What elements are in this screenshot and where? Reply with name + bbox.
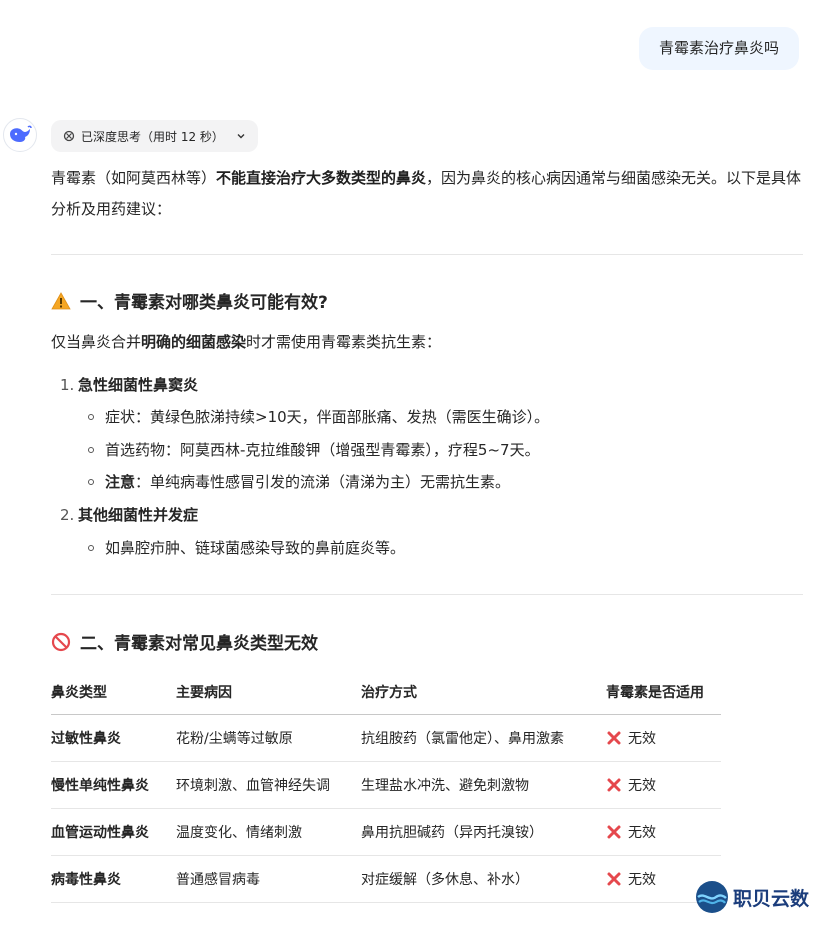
watermark: 职贝云数 xyxy=(695,880,809,914)
section1-heading: 一、青霉素对哪类鼻炎可能有效? xyxy=(51,288,328,313)
bullet xyxy=(88,479,94,485)
section1-intro-prefix: 仅当鼻炎合并 xyxy=(51,333,142,351)
divider xyxy=(51,254,803,255)
table-cell-cause: 环境刺激、血管神经失调 xyxy=(176,761,361,809)
section1-intro-bold: 明确的细菌感染 xyxy=(141,333,247,351)
sub-list-text: 症状：黄绿色脓涕持续>10天，伴面部胀痛、发热（需医生确诊）。 xyxy=(105,408,550,426)
sub-list-text: 如鼻腔疖肿、链球菌感染导致的鼻前庭炎等。 xyxy=(105,539,406,557)
table-cell-applicable: 无效 xyxy=(606,714,721,762)
table-cell-cause: 普通感冒病毒 xyxy=(176,855,361,903)
sub-list-item: 症状：黄绿色脓涕持续>10天，伴面部胀痛、发热（需医生确诊）。 xyxy=(88,404,549,430)
watermark-logo-icon xyxy=(696,881,728,913)
deep-think-icon xyxy=(63,130,75,142)
sub-list-item: 如鼻腔疖肿、链球菌感染导致的鼻前庭炎等。 xyxy=(88,535,405,561)
table-cell-cause: 花粉/尘螨等过敏原 xyxy=(176,714,361,762)
chevron-down-icon xyxy=(236,131,246,141)
bullet xyxy=(88,447,94,453)
cross-mark-icon xyxy=(607,872,621,885)
table-header-row: 鼻炎类型 主要病因 治疗方式 青霉素是否适用 xyxy=(51,671,721,715)
table-cell-applicable: 无效 xyxy=(606,808,721,856)
list-number: 1. xyxy=(60,376,75,394)
table-cell-treatment: 对症缓解（多休息、补水） xyxy=(361,855,606,903)
deep-think-label: 已深度思考（用时 12 秒） xyxy=(81,129,224,144)
sub-list-bold: 注意 xyxy=(105,473,136,491)
prohibited-icon xyxy=(51,632,71,651)
table-header-cell: 青霉素是否适用 xyxy=(606,671,721,715)
answer-intro-text: 青霉素（如阿莫西林等）不能直接治疗大多数类型的鼻炎，因为鼻炎的核心病因通常与细菌… xyxy=(51,163,803,225)
user-message-bubble: 青霉素治疗鼻炎吗 xyxy=(638,27,799,70)
section1-intro: 仅当鼻炎合并明确的细菌感染时才需使用青霉素类抗生素： xyxy=(51,328,441,356)
table-cell-treatment: 生理盐水冲洗、避免刺激物 xyxy=(361,761,606,809)
section2-heading: 二、青霉素对常见鼻炎类型无效 xyxy=(51,629,318,654)
warning-icon xyxy=(51,291,71,309)
intro-bold: 不能直接治疗大多数类型的鼻炎 xyxy=(216,169,427,187)
table-row: 血管运动性鼻炎 温度变化、情绪刺激 鼻用抗胆碱药（异丙托溴铵） 无效 xyxy=(51,808,721,856)
section1-title: 一、青霉素对哪类鼻炎可能有效? xyxy=(80,293,328,313)
table-cell-applicable: 无效 xyxy=(606,761,721,809)
watermark-text: 职贝云数 xyxy=(733,887,810,910)
list-item-title: 其他细菌性并发症 xyxy=(78,506,199,524)
table-header-cell: 主要病因 xyxy=(176,671,361,715)
intro-prefix: 青霉素（如阿莫西林等） xyxy=(51,169,217,187)
table-cell-cause: 温度变化、情绪刺激 xyxy=(176,808,361,856)
deepseek-logo-icon xyxy=(10,125,32,142)
table-cell-treatment: 鼻用抗胆碱药（异丙托溴铵） xyxy=(361,808,606,856)
cross-mark-icon xyxy=(607,778,621,791)
table-cell-type: 病毒性鼻炎 xyxy=(51,855,176,903)
table-header-cell: 治疗方式 xyxy=(361,671,606,715)
sub-list-text: 首选药物：阿莫西林-克拉维酸钾（增强型青霉素），疗程5~7天。 xyxy=(105,441,540,459)
section2-title: 二、青霉素对常见鼻炎类型无效 xyxy=(80,634,318,654)
table-row: 慢性单纯性鼻炎 环境刺激、血管神经失调 生理盐水冲洗、避免刺激物 无效 xyxy=(51,761,721,809)
applicable-text: 无效 xyxy=(628,871,656,888)
bullet xyxy=(88,414,94,420)
table-cell-type: 过敏性鼻炎 xyxy=(51,714,176,762)
applicable-text: 无效 xyxy=(628,777,656,794)
sub-list-item: 首选药物：阿莫西林-克拉维酸钾（增强型青霉素），疗程5~7天。 xyxy=(88,437,540,463)
applicable-text: 无效 xyxy=(628,730,656,747)
section1-intro-suffix: 时才需使用青霉素类抗生素： xyxy=(246,333,442,351)
answer-intro: 青霉素（如阿莫西林等）不能直接治疗大多数类型的鼻炎，因为鼻炎的核心病因通常与细菌… xyxy=(51,163,803,225)
applicable-text: 无效 xyxy=(628,824,656,841)
table-row: 过敏性鼻炎 花粉/尘螨等过敏原 抗组胺药（氯雷他定）、鼻用激素 无效 xyxy=(51,714,721,762)
list-item: 1. 急性细菌性鼻窦炎 xyxy=(60,372,198,398)
rhinitis-table: 鼻炎类型 主要病因 治疗方式 青霉素是否适用 过敏性鼻炎 花粉/尘螨等过敏原 抗… xyxy=(51,671,721,903)
table-cell-treatment: 抗组胺药（氯雷他定）、鼻用激素 xyxy=(361,714,606,762)
assistant-avatar xyxy=(3,118,37,152)
cross-mark-icon xyxy=(607,731,621,744)
table-cell-type: 慢性单纯性鼻炎 xyxy=(51,761,176,809)
bullet xyxy=(88,545,94,551)
sub-list-item: 注意 ：单纯病毒性感冒引发的流涕（清涕为主）无需抗生素。 xyxy=(88,469,510,495)
list-item-title: 急性细菌性鼻窦炎 xyxy=(78,376,199,394)
table-cell-type: 血管运动性鼻炎 xyxy=(51,808,176,856)
sub-list-text: ：单纯病毒性感冒引发的流涕（清涕为主）无需抗生素。 xyxy=(135,473,511,491)
table-header-cell: 鼻炎类型 xyxy=(51,671,176,715)
deep-think-toggle[interactable]: 已深度思考（用时 12 秒） xyxy=(51,120,258,152)
divider xyxy=(51,594,803,595)
cross-mark-icon xyxy=(607,825,621,838)
table-row: 病毒性鼻炎 普通感冒病毒 对症缓解（多休息、补水） 无效 xyxy=(51,855,721,903)
list-item: 2. 其他细菌性并发症 xyxy=(60,502,198,528)
list-number: 2. xyxy=(60,506,75,524)
